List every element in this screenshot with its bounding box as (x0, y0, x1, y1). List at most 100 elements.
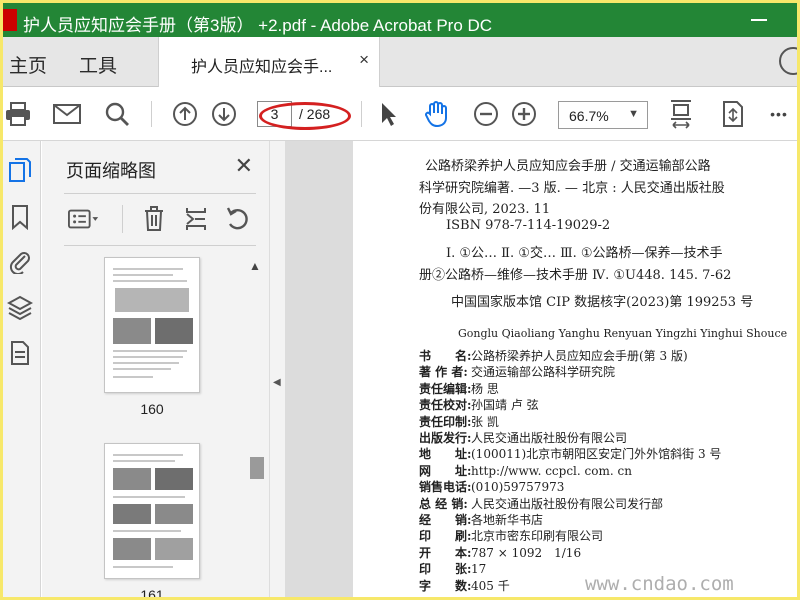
bib-field-value: 孙国靖 卢 弦 (471, 398, 539, 413)
document-view[interactable]: 公路桥梁养护人员应知应会手册 / 交通运输部公路 科学研究院编著. —3 版. … (285, 141, 797, 597)
zoom-in-icon[interactable] (510, 100, 538, 128)
bib-field-value: http://www. ccpcl. com. cn (471, 463, 632, 478)
page-thumbnails-panel: 页面缩略图 ✕ 160 161 ▲ (42, 141, 269, 597)
bib-row: 责任编辑:杨 思 (419, 380, 499, 397)
scrollbar-thumb[interactable] (250, 457, 264, 479)
toolbar-divider (361, 101, 362, 127)
thumbnail-scrollbar[interactable]: ▲ (247, 259, 265, 597)
fit-page-icon[interactable] (667, 100, 695, 129)
watermark: www.cndao.com (585, 573, 734, 595)
panel-title: 页面缩略图 (66, 161, 156, 181)
bib-row: 开 本:787 × 1092 1/16 (419, 544, 581, 561)
bib-field-value: (100011)北京市朝阳区安定门外外馆斜街 3 号 (471, 447, 722, 462)
bib-row: 印 刷:北京市密东印刷有限公司 (419, 527, 603, 544)
layers-icon[interactable] (6, 293, 34, 321)
bib-field-label: 网 址: (419, 463, 472, 478)
collapse-panel-icon[interactable]: ◀ (273, 377, 281, 388)
bib-field-label: 出版发行: (419, 431, 472, 445)
bib-row: 经 销:各地新华书店 (419, 511, 543, 528)
nav-tab-home[interactable]: 主页 (9, 51, 47, 78)
cip-line: 册②公路桥—维修—技术手册 Ⅳ. ①U448. 145. 7-62 (419, 268, 732, 283)
bib-field-value: 787 × 1092 1/16 (471, 545, 582, 560)
bib-field-label: 总 经 销: (419, 496, 468, 511)
bib-row: 字 数:405 千 (419, 577, 510, 594)
bib-row: 网 址:http://www. ccpcl. com. cn (419, 462, 632, 479)
page-thumbnail[interactable] (104, 443, 200, 579)
pdf-page: 公路桥梁养护人员应知应会手册 / 交通运输部公路 科学研究院编著. —3 版. … (353, 141, 797, 597)
page-up-icon[interactable] (171, 100, 199, 128)
attachment-icon[interactable] (6, 247, 34, 275)
zoom-level-select[interactable]: 66.7% ▼ (558, 101, 648, 129)
close-panel-icon[interactable]: ✕ (235, 153, 253, 179)
bib-field-label: 地 址: (419, 447, 472, 462)
page-thumbnails-icon[interactable] (6, 157, 34, 185)
bib-field-value: 405 千 (471, 578, 510, 593)
bib-field-label: 经 销: (419, 513, 472, 527)
acrobat-window: 护人员应知应会手册（第3版） +2.pdf - Adobe Acrobat Pr… (3, 3, 797, 597)
scroll-up-icon[interactable]: ▲ (249, 259, 261, 273)
tab-bar: 主页 工具 护人员应知应会手... × (3, 37, 797, 87)
help-icon[interactable] (779, 47, 797, 75)
bib-field-label: 著 作 者: (419, 365, 468, 380)
bib-field-label: 责任印制: (419, 414, 472, 429)
close-tab-icon[interactable]: × (359, 50, 369, 70)
bib-row: 出版发行:人民交通出版社股份有限公司 (419, 429, 627, 446)
page-down-icon[interactable] (210, 100, 238, 128)
bib-row: 印 张:17 (419, 560, 486, 577)
zoom-out-icon[interactable] (472, 100, 500, 128)
toolbar-divider (151, 101, 152, 127)
bib-row: 责任校对:孙国靖 卢 弦 (419, 396, 539, 413)
divider (122, 205, 123, 233)
bib-field-value: 张 凯 (471, 414, 499, 429)
more-icon[interactable]: ••• (765, 100, 793, 128)
bib-field-value: 各地新华书店 (471, 513, 544, 527)
bib-field-value: 公路桥梁养护人员应知应会手册(第 3 版) (471, 349, 688, 363)
bib-row: 书 名:公路桥梁养护人员应知应会手册(第 3 版) (419, 347, 688, 364)
bib-field-label: 责任编辑: (419, 381, 472, 396)
rotate-page-icon[interactable] (222, 203, 254, 235)
search-icon[interactable] (103, 100, 131, 128)
chevron-down-icon: ▼ (628, 108, 639, 120)
thumbnail-options-icon[interactable] (68, 203, 100, 235)
isbn-line: ISBN 978-7-114-19029-2 (446, 218, 611, 233)
bookmark-icon[interactable] (6, 203, 34, 231)
panel-collapse-handle[interactable]: ◀ (269, 141, 285, 597)
cip-line: 科学研究院编著. —3 版. — 北京 : 人民交通出版社股 (419, 181, 725, 196)
bib-field-label: 书 名: (419, 349, 472, 363)
mail-icon[interactable] (53, 100, 81, 128)
bib-field-label: 字 数: (419, 578, 472, 593)
cip-line: Ⅰ. ①公… Ⅱ. ①交… Ⅲ. ①公路桥—保养—技术手 (446, 246, 723, 261)
bib-field-value: 交通运输部公路科学研究院 (471, 365, 616, 380)
nav-tab-tools[interactable]: 工具 (79, 51, 117, 78)
thumbnail-page-number: 161 (140, 587, 164, 597)
bib-field-label: 印 刷: (419, 529, 472, 544)
scroll-mode-icon[interactable] (719, 100, 747, 128)
bib-row: 地 址:(100011)北京市朝阳区安定门外外馆斜街 3 号 (419, 445, 721, 462)
bib-field-value: 人民交通出版社股份有限公司发行部 (471, 496, 664, 511)
bib-field-value: 北京市密东印刷有限公司 (471, 529, 604, 544)
bib-field-label: 销售电话: (419, 480, 472, 495)
insert-page-icon[interactable] (180, 203, 212, 235)
divider (64, 245, 256, 246)
page-thumbnail[interactable] (104, 257, 200, 393)
title-bar: 护人员应知应会手册（第3版） +2.pdf - Adobe Acrobat Pr… (3, 3, 797, 37)
window-title: 护人员应知应会手册（第3版） +2.pdf - Adobe Acrobat Pr… (23, 16, 493, 35)
document-properties-icon[interactable] (6, 339, 34, 367)
bib-field-label: 印 张: (419, 562, 472, 577)
minimize-button[interactable] (751, 19, 767, 21)
print-icon[interactable] (4, 100, 32, 128)
red-highlight-circle (259, 102, 351, 130)
cip-line: 公路桥梁养护人员应知应会手册 / 交通运输部公路 (425, 159, 711, 174)
navigation-rail (3, 141, 41, 597)
bib-field-value: 人民交通出版社股份有限公司 (471, 431, 628, 445)
cip-record-number: 中国国家版本馆 CIP 数据核字(2023)第 199253 号 (451, 295, 754, 310)
pinyin-title: Gonglu Qiaoliang Yanghu Renyuan Yingzhi … (458, 327, 788, 340)
hand-tool-icon[interactable] (422, 100, 450, 128)
divider (64, 193, 256, 194)
document-tab[interactable]: 护人员应知应会手... × (158, 37, 380, 87)
delete-page-icon[interactable] (138, 203, 170, 235)
acrobat-app-icon (3, 9, 17, 31)
select-cursor-icon[interactable] (374, 100, 402, 128)
bib-field-label: 责任校对: (419, 398, 472, 413)
bib-row: 销售电话:(010)59757973 (419, 478, 564, 495)
